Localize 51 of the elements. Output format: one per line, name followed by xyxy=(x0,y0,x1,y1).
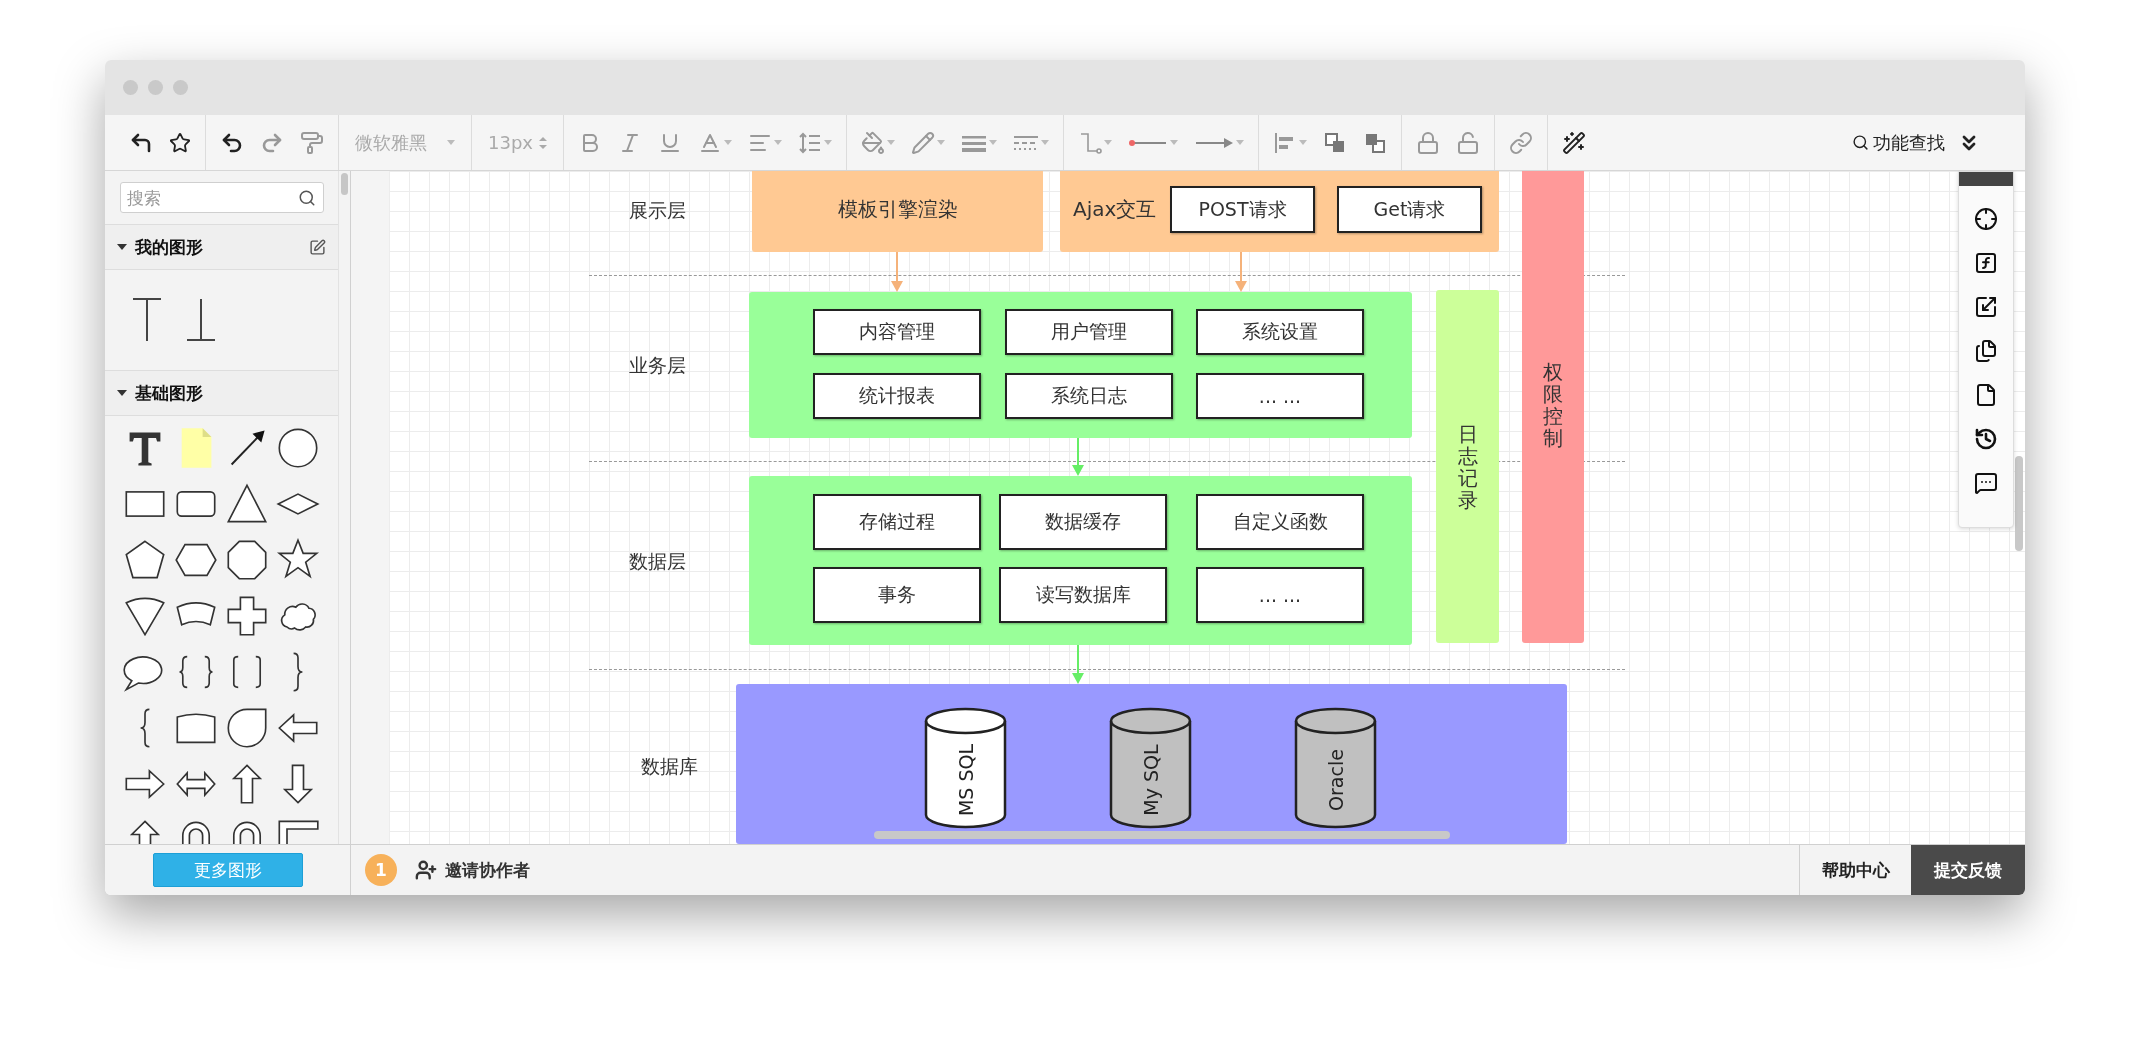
diagram-node: 读写数据库 xyxy=(999,567,1167,623)
diagram-node: 存储过程 xyxy=(813,494,981,550)
diagram-node: 统计报表 xyxy=(813,373,981,419)
section-title: 基础图形 xyxy=(135,381,204,405)
search-icon xyxy=(1852,134,1869,151)
add-user-icon xyxy=(415,859,437,881)
diagram-node: 模板引擎渲染 xyxy=(752,171,1043,252)
diagram-node: 自定义函数 xyxy=(1196,494,1364,550)
layer-panel: 日志记录 xyxy=(1436,290,1499,643)
section-header[interactable]: 我的图形 xyxy=(105,224,338,270)
diagram-node: ... ... xyxy=(1196,373,1364,419)
notification-badge: 1 xyxy=(365,854,397,886)
feedback-button[interactable]: 提交反馈 xyxy=(1911,845,2025,895)
diagram-label: Ajax交互 xyxy=(1073,195,1157,223)
diagram-node: 用户管理 xyxy=(1005,309,1173,355)
star-icon[interactable] xyxy=(275,538,320,582)
section-header[interactable]: 基础图形 xyxy=(105,370,338,416)
layer-label: 业务层 xyxy=(628,353,686,378)
search-icon xyxy=(298,189,316,207)
layer-panel: 权限控制 xyxy=(1522,171,1584,643)
layer-label: 数据库 xyxy=(640,754,698,779)
scrollbar-thumb[interactable] xyxy=(874,831,1450,839)
database-label: MS SQL xyxy=(954,744,977,817)
diagram-node: 内容管理 xyxy=(813,309,981,355)
scrollbar-thumb[interactable] xyxy=(2015,456,2023,551)
caret-icon xyxy=(117,244,127,250)
layer-label: 展示层 xyxy=(628,198,686,223)
connector-arrow xyxy=(1071,645,1085,684)
caret-icon xyxy=(117,390,127,396)
invite-button[interactable]: 邀请协作者 xyxy=(409,857,536,883)
diagram-node: POST请求 xyxy=(1170,186,1315,233)
feature-search-button[interactable]: 功能查找 xyxy=(1844,126,1953,159)
layer-label: 数据层 xyxy=(628,549,686,574)
connector-arrow xyxy=(890,252,904,292)
cross-icon[interactable] xyxy=(224,594,269,638)
diagram-node: Get请求 xyxy=(1337,186,1482,233)
diagram-node: 系统日志 xyxy=(1005,373,1173,419)
octagon-icon[interactable] xyxy=(224,538,269,582)
diagram-node: 事务 xyxy=(813,567,981,623)
edit-icon[interactable] xyxy=(309,238,326,256)
section-title: 我的图形 xyxy=(135,235,204,259)
search-field[interactable]: 搜索 xyxy=(120,182,324,213)
panel-handle[interactable] xyxy=(1959,172,2013,186)
connector-arrow xyxy=(1071,438,1085,476)
diagram-node: 系统设置 xyxy=(1196,309,1364,355)
diagram-node: ... ... xyxy=(1196,567,1364,623)
diagram-node: 数据缓存 xyxy=(999,494,1167,550)
database-label: My SQL xyxy=(1139,744,1162,816)
scrollbar-thumb[interactable] xyxy=(341,173,348,195)
database-label: Oracle xyxy=(1324,749,1347,812)
connector-arrow xyxy=(1234,252,1248,292)
